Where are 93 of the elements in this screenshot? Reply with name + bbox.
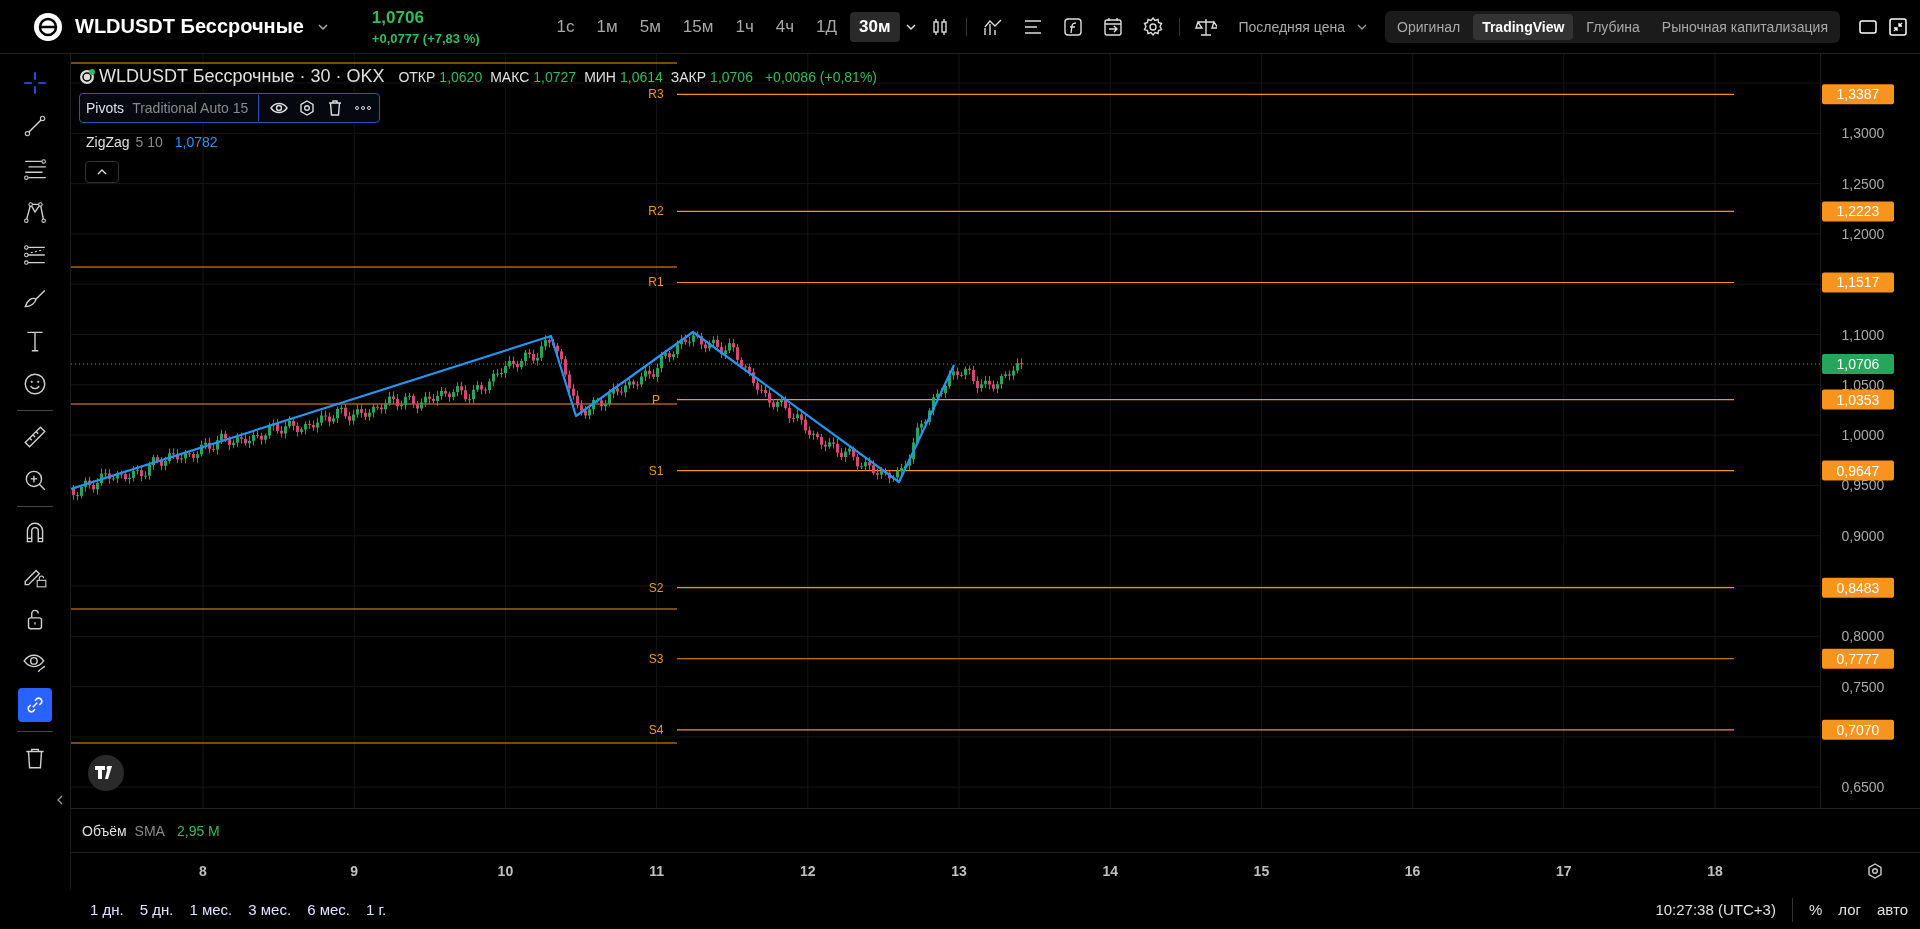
settings-icon[interactable] — [1141, 15, 1164, 38]
pivot-label: R3 — [648, 87, 664, 102]
range-button[interactable]: 6 мес. — [307, 901, 350, 918]
range-button[interactable]: 5 дн. — [139, 901, 174, 918]
pivot-label: S3 — [648, 651, 664, 666]
view-tab[interactable]: Оригинал — [1388, 13, 1470, 40]
time-tick: 17 — [1556, 863, 1572, 879]
price-tick: 0,8000 — [1841, 628, 1885, 645]
replay-icon[interactable] — [1101, 15, 1124, 38]
pivot-label: R2 — [648, 204, 664, 219]
indicator-params: Traditional Auto 15 — [132, 100, 249, 116]
tradingview-logo-icon — [88, 755, 124, 791]
range-button[interactable]: 1 г. — [365, 901, 387, 918]
price-tick: 1,2000 — [1841, 225, 1885, 242]
range-button[interactable]: 1 мес. — [189, 901, 233, 918]
exit-fullscreen-icon[interactable] — [1888, 16, 1908, 37]
ohlc-label: ЗАКР — [670, 68, 707, 85]
price-tick: 1,2500 — [1841, 175, 1885, 192]
price-tick: 0,7500 — [1841, 678, 1885, 695]
indicator-legend-box[interactable]: Pivots Traditional Auto 15 — [79, 93, 381, 123]
indicator-name: Pivots — [86, 100, 125, 116]
indicator-params: 5 10 — [135, 134, 163, 150]
pivot-label: S1 — [648, 463, 664, 478]
price-tick: 0,9000 — [1841, 527, 1885, 544]
price-tick: 1,3000 — [1841, 125, 1885, 142]
pivot-price-tag: 0,7777 — [1822, 648, 1894, 669]
time-tick: 14 — [1102, 863, 1118, 879]
interval-tab[interactable]: 1Д — [807, 11, 847, 42]
pivot-label: S2 — [648, 580, 664, 595]
volume-name: Объём — [82, 822, 127, 839]
pivot-label: R1 — [648, 275, 664, 290]
ohlc-label: МИН — [584, 68, 616, 85]
price-tick: 0,6500 — [1841, 779, 1885, 796]
scale-option-button[interactable]: лог — [1838, 901, 1861, 918]
range-button[interactable]: 1 дн. — [90, 901, 124, 918]
ohlc-label: МАКС — [490, 68, 530, 85]
time-tick: 16 — [1404, 863, 1421, 879]
time-tick: 15 — [1253, 863, 1270, 879]
last-price-tag: 1,0706 — [1822, 354, 1894, 375]
time-tick: 12 — [800, 863, 816, 879]
pivot-price-tag: 0,7070 — [1822, 719, 1894, 740]
time-tick: 9 — [350, 863, 359, 879]
time-tick: 10 — [497, 863, 514, 879]
pivot-label: P — [652, 392, 660, 407]
view-tab[interactable]: TradingView — [1473, 13, 1574, 40]
volume-value: 2,95 M — [176, 822, 220, 839]
pivot-label: S4 — [648, 722, 664, 737]
function-icon[interactable] — [1061, 15, 1084, 38]
time-tick: 18 — [1707, 863, 1723, 879]
symbol-title[interactable]: WLDUSDT Бессрочные — [75, 15, 304, 38]
scale-option-button[interactable]: авто — [1876, 901, 1908, 918]
pivot-price-tag: 0,8483 — [1822, 577, 1894, 598]
scale-option-button[interactable]: % — [1808, 901, 1823, 918]
range-button[interactable]: 3 мес. — [248, 901, 292, 918]
coin-logo-icon — [33, 11, 63, 42]
collapse-legend-button[interactable] — [85, 161, 119, 183]
interval-tab[interactable]: 1м — [587, 11, 627, 42]
pivot-price-tag: 1,2223 — [1822, 201, 1894, 222]
ohlc-label: ОТКР — [398, 68, 436, 85]
price-tick: 1,1000 — [1841, 326, 1885, 343]
time-tick: 13 — [951, 863, 967, 879]
ohlc-value: 1,0614 — [619, 68, 663, 85]
caret-up-icon[interactable] — [96, 167, 108, 177]
time-tick: 11 — [649, 863, 664, 879]
interval-tab[interactable]: 1ч — [726, 11, 763, 42]
pivot-price-tag: 1,1517 — [1822, 272, 1894, 293]
indicator-name: ZigZag — [86, 134, 130, 150]
price-source-dropdown[interactable]: Последняя цена — [1238, 18, 1345, 35]
interval-tab[interactable]: 5м — [630, 11, 670, 42]
pivot-price-tag: 1,3387 — [1822, 84, 1894, 105]
ohlc-value: 1,0706 — [710, 68, 753, 85]
ohlc-value: 1,0727 — [533, 68, 577, 85]
indicator-value: 1,0782 — [174, 134, 218, 150]
view-tab[interactable]: Рыночная капитализация — [1652, 13, 1837, 40]
interval-tab[interactable]: 15м — [673, 11, 723, 42]
pivot-price-tag: 0,9647 — [1822, 460, 1894, 481]
clock: 10:27:38 (UTC+3) — [1655, 901, 1776, 918]
interval-tab[interactable]: 4ч — [766, 11, 804, 42]
pivot-price-tag: 1,0353 — [1822, 389, 1894, 410]
time-tick: 8 — [199, 863, 207, 879]
chart-title: WLDUSDT Бессрочные · 30 · OKX — [99, 66, 385, 87]
interval-tab[interactable]: 1с — [547, 11, 584, 42]
collapse-chevron-icon[interactable] — [55, 794, 65, 806]
settings-icon[interactable] — [1865, 861, 1885, 881]
last-price: 1,0706 — [371, 7, 425, 28]
coin-icon — [79, 68, 95, 85]
price-change: +0,0777 (+7,83 %) — [371, 30, 480, 46]
view-tab[interactable]: Глубина — [1577, 13, 1649, 40]
volume-params: SMA — [134, 822, 165, 839]
interval-tab[interactable]: 30м — [850, 11, 900, 42]
bar-change: +0,0086 (+0,81%) — [764, 68, 877, 85]
price-tick: 1,0000 — [1841, 427, 1885, 444]
ohlc-value: 1,0620 — [439, 68, 483, 85]
